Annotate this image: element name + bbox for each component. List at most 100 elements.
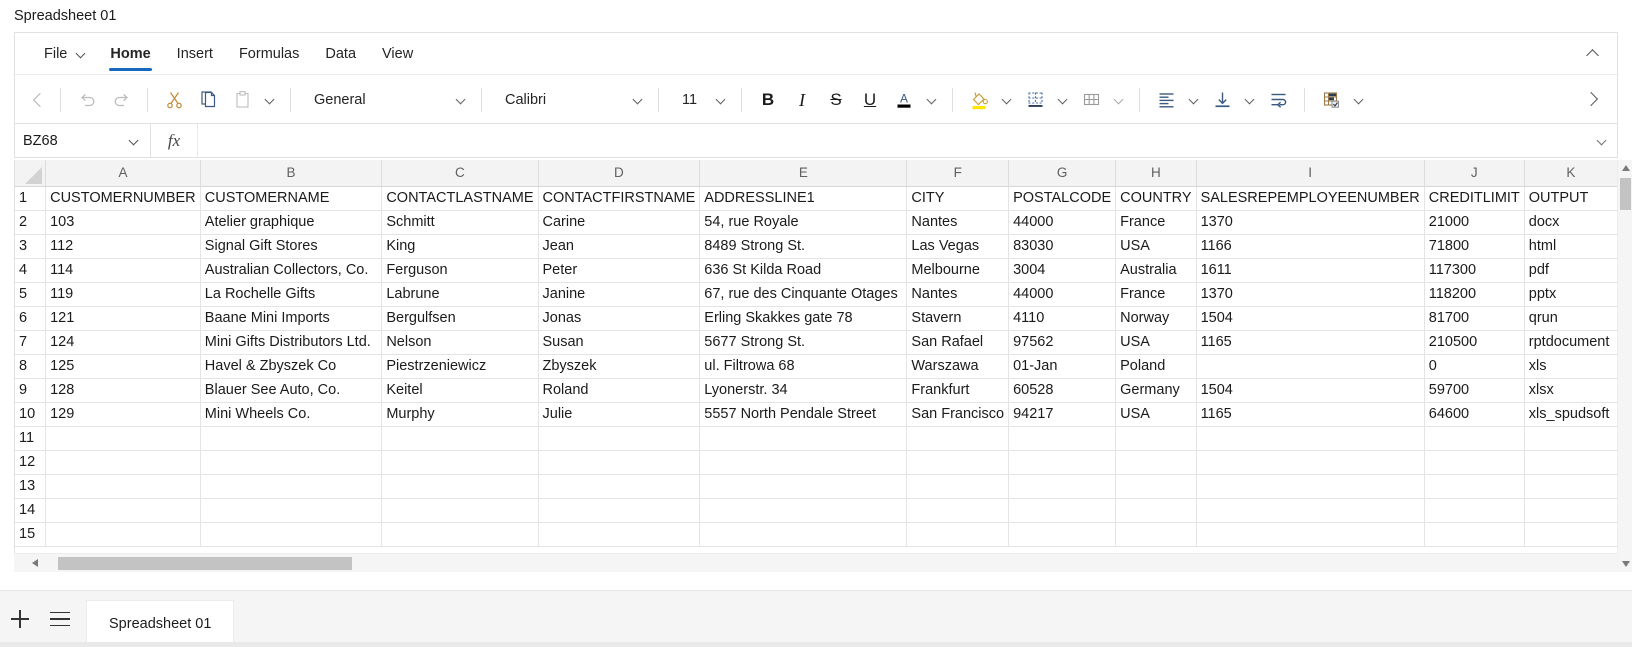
cell-C12[interactable] [381, 450, 539, 475]
cell-J13[interactable] [1424, 474, 1525, 499]
cell-A1[interactable]: CUSTOMERNUMBER [45, 186, 201, 211]
cell-G14[interactable] [1008, 498, 1117, 523]
cell-D1[interactable]: CONTACTFIRSTNAME [538, 186, 701, 211]
row-header-11[interactable]: 11 [15, 426, 47, 451]
row-header-8[interactable]: 8 [15, 354, 47, 379]
cell-C3[interactable]: King [381, 234, 539, 259]
cell-J14[interactable] [1424, 498, 1525, 523]
sort-filter-dropdown[interactable] [1348, 83, 1370, 117]
cell-F2[interactable]: Nantes [906, 210, 1010, 235]
cell-G13[interactable] [1008, 474, 1117, 499]
row-header-12[interactable]: 12 [15, 450, 47, 475]
cell-K1[interactable]: OUTPUT [1524, 186, 1618, 211]
underline-button[interactable]: U [853, 83, 887, 117]
row-header-6[interactable]: 6 [15, 306, 47, 331]
font-size-select[interactable]: 11 [668, 83, 710, 117]
cell-A5[interactable]: 119 [45, 282, 201, 307]
cell-K11[interactable] [1524, 426, 1618, 451]
row-header-9[interactable]: 9 [15, 378, 47, 403]
cell-G4[interactable]: 3004 [1008, 258, 1117, 283]
cell-F7[interactable]: San Rafael [906, 330, 1010, 355]
strikethrough-button[interactable]: S [819, 83, 853, 117]
cell-B9[interactable]: Blauer See Auto, Co. [200, 378, 383, 403]
column-header-a[interactable]: A [45, 160, 201, 187]
cell-E5[interactable]: 67, rue des Cinquante Otages [699, 282, 908, 307]
triangle-left-icon[interactable] [14, 554, 56, 573]
row-header-14[interactable]: 14 [15, 498, 47, 523]
cell-J8[interactable]: 0 [1424, 354, 1525, 379]
cell-F10[interactable]: San Francisco [906, 402, 1010, 427]
cell-K5[interactable]: pptx [1524, 282, 1618, 307]
cell-B11[interactable] [200, 426, 383, 451]
cell-I1[interactable]: SALESREPEMPLOYEENUMBER [1196, 186, 1425, 211]
bold-button[interactable]: B [751, 83, 785, 117]
paste-dropdown[interactable] [259, 83, 281, 117]
cell-J3[interactable]: 71800 [1424, 234, 1525, 259]
cell-D8[interactable]: Zbyszek [538, 354, 701, 379]
cell-F13[interactable] [906, 474, 1010, 499]
chevron-down-icon[interactable] [129, 137, 140, 144]
cell-G15[interactable] [1008, 522, 1117, 547]
column-header-h[interactable]: H [1115, 160, 1197, 187]
cell-J10[interactable]: 64600 [1424, 402, 1525, 427]
row-header-2[interactable]: 2 [15, 210, 47, 235]
cell-H8[interactable]: Poland [1115, 354, 1197, 379]
cell-G1[interactable]: POSTALCODE [1008, 186, 1117, 211]
cell-I3[interactable]: 1166 [1196, 234, 1425, 259]
cell-H15[interactable] [1115, 522, 1197, 547]
redo-button[interactable] [104, 83, 138, 117]
menu-item-formulas[interactable]: Formulas [226, 33, 312, 75]
formula-bar-expand-button[interactable] [1587, 124, 1617, 158]
cell-H9[interactable]: Germany [1115, 378, 1197, 403]
cell-E3[interactable]: 8489 Strong St. [699, 234, 908, 259]
cell-H6[interactable]: Norway [1115, 306, 1197, 331]
cell-B6[interactable]: Baane Mini Imports [200, 306, 383, 331]
cell-C14[interactable] [381, 498, 539, 523]
cell-F4[interactable]: Melbourne [906, 258, 1010, 283]
cell-G12[interactable] [1008, 450, 1117, 475]
cell-D6[interactable]: Jonas [538, 306, 701, 331]
cell-K7[interactable]: rptdocument [1524, 330, 1618, 355]
cell-I8[interactable] [1196, 354, 1425, 379]
cell-C7[interactable]: Nelson [381, 330, 539, 355]
borders-dropdown[interactable] [1052, 83, 1074, 117]
cell-B10[interactable]: Mini Wheels Co. [200, 402, 383, 427]
cell-H3[interactable]: USA [1115, 234, 1197, 259]
wrap-text-button[interactable] [1261, 83, 1295, 117]
cell-G2[interactable]: 44000 [1008, 210, 1117, 235]
cell-I11[interactable] [1196, 426, 1425, 451]
cell-J15[interactable] [1424, 522, 1525, 547]
vertical-scrollbar-thumb[interactable] [1620, 178, 1631, 210]
cell-F11[interactable] [906, 426, 1010, 451]
cell-B14[interactable] [200, 498, 383, 523]
font-color-dropdown[interactable] [921, 83, 943, 117]
cell-A13[interactable] [45, 474, 201, 499]
sheet-tab-spreadsheet-01[interactable]: Spreadsheet 01 [86, 600, 235, 647]
cell-A9[interactable]: 128 [45, 378, 201, 403]
cell-G8[interactable]: 01-Jan [1008, 354, 1117, 379]
cell-B2[interactable]: Atelier graphique [200, 210, 383, 235]
cell-K2[interactable]: docx [1524, 210, 1618, 235]
font-family-dropdown[interactable] [627, 83, 649, 117]
cell-J12[interactable] [1424, 450, 1525, 475]
cell-I4[interactable]: 1611 [1196, 258, 1425, 283]
cell-J9[interactable]: 59700 [1424, 378, 1525, 403]
cell-J11[interactable] [1424, 426, 1525, 451]
cell-J1[interactable]: CREDITLIMIT [1424, 186, 1525, 211]
cell-C9[interactable]: Keitel [381, 378, 539, 403]
cell-J7[interactable]: 210500 [1424, 330, 1525, 355]
column-header-d[interactable]: D [538, 160, 701, 187]
cell-A11[interactable] [45, 426, 201, 451]
column-header-b[interactable]: B [200, 160, 383, 187]
cell-A7[interactable]: 124 [45, 330, 201, 355]
cell-D5[interactable]: Janine [538, 282, 701, 307]
cell-B5[interactable]: La Rochelle Gifts [200, 282, 383, 307]
cell-B15[interactable] [200, 522, 383, 547]
cell-C2[interactable]: Schmitt [381, 210, 539, 235]
cell-H5[interactable]: France [1115, 282, 1197, 307]
cell-E7[interactable]: 5677 Strong St. [699, 330, 908, 355]
cell-E12[interactable] [699, 450, 908, 475]
cell-E10[interactable]: 5557 North Pendale Street [699, 402, 908, 427]
cell-K9[interactable]: xlsx [1524, 378, 1618, 403]
vertical-scrollbar[interactable] [1617, 160, 1632, 572]
